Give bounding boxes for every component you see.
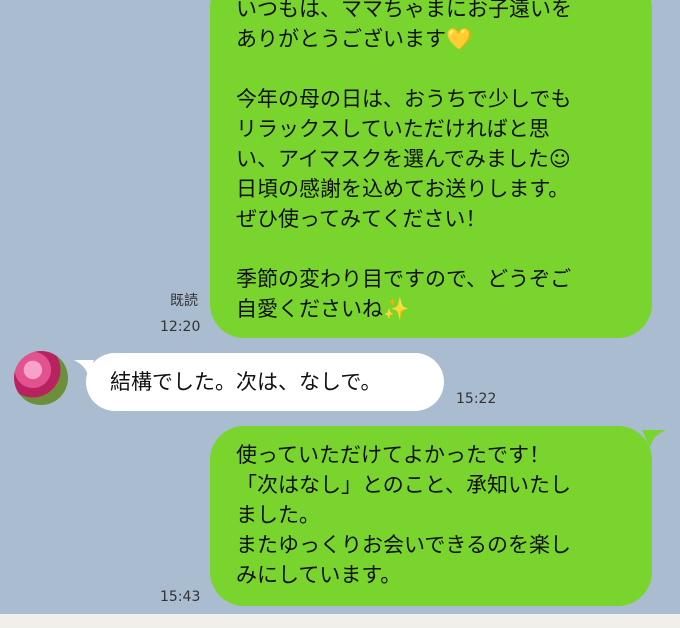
message-input-bar[interactable] xyxy=(0,614,680,628)
read-receipt: 既読 xyxy=(170,293,198,309)
message-text-line: ぜひ使ってみてください！ xyxy=(236,207,487,231)
outgoing-message-bubble[interactable]: いつもは、ママちゃまにお子遠いを ありがとうございます💛 今年の母の日は、おうち… xyxy=(210,0,652,338)
message-text-line: ました。 xyxy=(236,503,320,527)
message-text-line: みにしています。 xyxy=(236,563,402,587)
contact-avatar[interactable] xyxy=(14,351,68,405)
message-text-line: いつもは、ママちゃまにお子遠いを xyxy=(236,0,572,21)
incoming-message-bubble[interactable]: 結構でした。次は、なしで。 xyxy=(86,353,444,411)
message-text-line: リラックスしていただければと思 xyxy=(236,117,550,141)
message-timestamp: 15:43 xyxy=(160,589,201,605)
message-text-line: ありがとうございます💛 xyxy=(236,27,473,51)
message-text-line: 今年の母の日は、おうちで少しでも xyxy=(236,87,572,111)
message-text-line: またゆっくりお会いできるのを楽し xyxy=(236,533,571,557)
message-text-line: い、アイマスクを選んでみました☺ xyxy=(236,147,571,171)
chat-area[interactable]: いつもは、ママちゃまにお子遠いを ありがとうございます💛 今年の母の日は、おうち… xyxy=(0,0,680,628)
outgoing-message-bubble[interactable]: 使っていただけてよかったです！ 「次はなし」とのこと、承知いたし ました。 また… xyxy=(210,426,652,606)
message-text-line: 「次はなし」とのこと、承知いたし xyxy=(236,473,571,497)
message-text-line: 自愛くださいね✨ xyxy=(236,297,410,321)
message-text-line: 使っていただけてよかったです！ xyxy=(236,443,550,467)
message-text-line: 結構でした。次は、なしで。 xyxy=(110,370,382,394)
message-timestamp: 12:20 xyxy=(160,319,201,335)
message-timestamp: 15:22 xyxy=(456,391,497,407)
message-text-line: 日頃の感謝を込めてお送りします。 xyxy=(236,177,570,201)
message-text-line: 季節の変わり目ですので、どうぞご xyxy=(236,267,572,291)
